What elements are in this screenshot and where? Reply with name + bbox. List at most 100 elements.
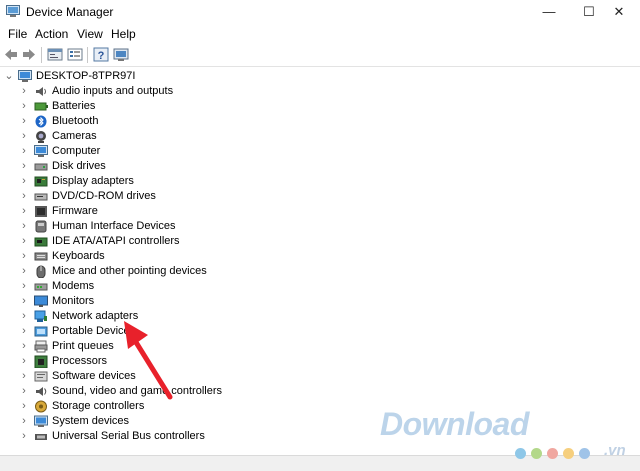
tree-item[interactable]: › Portable Devices [0,324,640,339]
tree-item-label: DVD/CD-ROM drives [52,190,156,202]
tree-item-label: Keyboards [52,250,105,262]
print-queue-icon [34,340,48,353]
tree-item-label: Monitors [52,295,95,307]
chevron-right-icon[interactable]: › [19,399,29,414]
annotation-arrow-icon [124,321,173,400]
tree-item[interactable]: › Keyboards [0,249,640,264]
status-bar [0,455,640,471]
tree-item[interactable]: › Firmware [0,204,640,219]
system-device-icon [34,415,48,427]
toolbar: ? [0,44,640,67]
svg-text:?: ? [98,50,105,62]
tree-item-label: Computer [52,145,101,157]
tree-item-label: Print queues [52,340,114,352]
tree-item[interactable]: › Universal Serial Bus controllers [0,429,640,444]
tree-item[interactable]: › Human Interface Devices [0,219,640,234]
scan-hardware-icon[interactable] [112,46,130,63]
display-adapter-icon [34,176,48,187]
menu-help[interactable]: Help [111,27,136,41]
chevron-right-icon[interactable]: › [19,414,29,429]
monitor-icon [34,295,48,307]
tree-item[interactable]: › Mice and other pointing devices [0,264,640,279]
chevron-right-icon[interactable]: › [19,369,29,384]
chevron-right-icon[interactable]: › [19,354,29,369]
tree-item[interactable]: › System devices [0,414,640,429]
toolbar-separator [87,47,88,63]
watermark-suffix: .vn [604,442,626,459]
ide-controller-icon [34,237,48,247]
software-device-icon [34,371,48,382]
tree-item[interactable]: › Cameras [0,129,640,144]
tree-item[interactable]: › Storage controllers [0,399,640,414]
tree-item[interactable]: › Audio inputs and outputs [0,84,640,99]
tree-item[interactable]: › DVD/CD-ROM drives [0,189,640,204]
tree-item-label: Batteries [52,100,96,112]
tree-item-label: Firmware [52,205,98,217]
chevron-right-icon[interactable]: › [19,219,29,234]
chevron-right-icon[interactable]: › [19,264,29,279]
chevron-right-icon[interactable]: › [19,189,29,204]
close-button[interactable]: ✕ [596,0,640,24]
watermark-dot [531,448,542,459]
chevron-right-icon[interactable]: › [19,144,29,159]
menu-file[interactable]: File [8,27,27,41]
tree-item[interactable]: › Modems [0,279,640,294]
watermark-dot [547,448,558,459]
chevron-right-icon[interactable]: › [19,234,29,249]
battery-icon [34,102,48,111]
menu-action[interactable]: Action [35,27,68,41]
tree-root[interactable]: ⌄ DESKTOP-8TPR97I [0,69,640,84]
tree-item[interactable]: › Sound, video and game controllers [0,384,640,399]
chevron-right-icon[interactable]: › [19,384,29,399]
forward-arrow-icon[interactable] [20,46,38,63]
watermark-dot [579,448,590,459]
tree-item[interactable]: › Software devices [0,369,640,384]
toolbar-separator [41,47,42,63]
device-tree: ⌄ DESKTOP-8TPR97I › Audio inputs and outp… [0,67,640,457]
tree-item[interactable]: › Network adapters [0,309,640,324]
menu-view[interactable]: View [77,27,103,41]
chevron-right-icon[interactable]: › [19,294,29,309]
tree-item[interactable]: › Batteries [0,99,640,114]
tree-item[interactable]: › Disk drives [0,159,640,174]
list-view-icon[interactable] [66,46,84,63]
chevron-right-icon[interactable]: › [19,99,29,114]
tree-item-label: Display adapters [52,175,134,187]
tree-item[interactable]: › Display adapters [0,174,640,189]
tree-item-label: Bluetooth [52,115,99,127]
tree-item-label: Mice and other pointing devices [52,265,207,277]
tree-item[interactable]: › Monitors [0,294,640,309]
watermark-dot [515,448,526,459]
tree-item[interactable]: › IDE ATA/ATAPI controllers [0,234,640,249]
window-title: Device Manager [26,5,114,19]
watermark-text: Download [380,406,529,442]
chevron-right-icon[interactable]: › [19,339,29,354]
computer-root-icon [18,70,32,82]
tree-item[interactable]: › Bluetooth [0,114,640,129]
chevron-right-icon[interactable]: › [19,129,29,144]
help-icon[interactable]: ? [92,46,110,63]
properties-icon[interactable] [46,46,64,63]
tree-root-label: DESKTOP-8TPR97I [36,70,136,82]
tree-item[interactable]: › Computer [0,144,640,159]
back-arrow-icon[interactable] [2,46,20,63]
tree-item-label: System devices [52,415,130,427]
storage-controller-icon [35,400,47,413]
processor-icon [34,355,48,368]
tree-item-label: Universal Serial Bus controllers [52,430,205,442]
chevron-right-icon[interactable]: › [19,324,29,339]
chevron-right-icon[interactable]: › [19,159,29,174]
chevron-right-icon[interactable]: › [19,114,29,129]
dvd-drive-icon [34,193,48,201]
chevron-right-icon[interactable]: › [19,174,29,189]
chevron-down-icon[interactable]: ⌄ [4,69,14,84]
firmware-icon [35,206,47,217]
chevron-right-icon[interactable]: › [19,429,29,444]
chevron-right-icon[interactable]: › [19,204,29,219]
chevron-right-icon[interactable]: › [19,279,29,294]
tree-item[interactable]: › Print queues [0,339,640,354]
chevron-right-icon[interactable]: › [19,84,29,99]
chevron-right-icon[interactable]: › [19,309,29,324]
tree-item[interactable]: › Processors [0,354,640,369]
chevron-right-icon[interactable]: › [19,249,29,264]
